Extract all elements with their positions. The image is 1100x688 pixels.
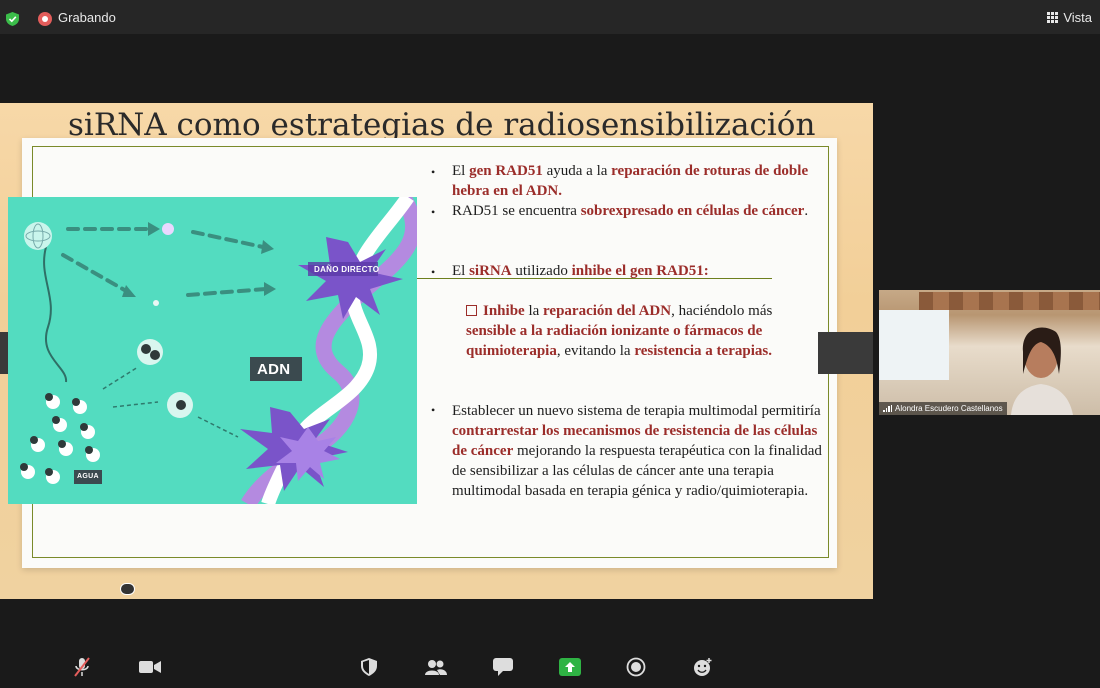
microphone-muted-icon[interactable] [70, 656, 94, 678]
checkbox-bullet-icon [466, 305, 477, 316]
bottom-toolbar [0, 648, 1100, 688]
view-label: Vista [1063, 10, 1092, 25]
text-run: . [804, 203, 809, 219]
bullet-4: Establecer un nuevo sistema de terapia m… [452, 401, 828, 501]
text-run-bold: siRNA [469, 263, 512, 279]
recording-icon [38, 12, 52, 26]
text-run-bold: sobrexpresado en células de cáncer [580, 203, 805, 219]
underline-divider [417, 278, 772, 279]
share-screen-icon[interactable] [558, 656, 582, 678]
window-light [879, 310, 949, 380]
previous-slide-tab[interactable] [0, 332, 8, 374]
text-run: RAD51 se encuentra [452, 203, 581, 219]
dna-label: ADN [257, 361, 291, 378]
text-run-bold: reparación del ADN [543, 303, 672, 319]
record-icon[interactable] [624, 656, 648, 678]
video-camera-icon[interactable] [138, 656, 162, 678]
sub-bullet: Inhibe la reparación del ADN, haciéndolo… [466, 301, 826, 361]
participants-icon[interactable] [424, 656, 448, 678]
bullet-dot: • [431, 265, 436, 279]
bullet-2: RAD51 se encuentra sobrexpresado en célu… [452, 201, 822, 221]
text-run: Establecer un nuevo sistema de terapia m… [452, 403, 821, 419]
water-label: AGUA [77, 473, 99, 480]
security-shield-icon[interactable] [357, 656, 381, 678]
signal-strength-icon [883, 405, 892, 412]
shared-slide: siRNA como estrategias de radiosensibili… [0, 103, 873, 599]
participant-name-tag: Alondra Escudero Castellanos [879, 402, 1007, 415]
shield-check-icon[interactable] [6, 12, 19, 26]
text-run-bold: gen RAD51 [469, 163, 543, 179]
dna-damage-illustration: DAÑO DIRECTO ADN AGUA [8, 197, 417, 504]
text-run: , haciéndolo más [671, 303, 773, 319]
bullet-dot: • [431, 205, 436, 219]
text-run: El [452, 163, 470, 179]
text-run-bold: resistencia a terapias. [634, 343, 772, 359]
text-run-bold: inhibe el gen RAD51: [571, 263, 709, 279]
view-button[interactable]: Vista [1047, 10, 1092, 25]
bullet-dot: • [431, 403, 436, 417]
recording-label: Grabando [58, 10, 116, 25]
ceiling-beams [919, 292, 1100, 310]
participant-figure [1011, 327, 1073, 415]
slide-camera-icon[interactable] [120, 583, 135, 595]
damage-label: DAÑO DIRECTO [314, 265, 380, 274]
text-run: utilizado [511, 263, 572, 279]
bullet-dot: • [431, 165, 436, 179]
bullet-1: El gen RAD51 ayuda a la reparación de ro… [452, 161, 822, 201]
participant-name: Alondra Escudero Castellanos [895, 404, 1003, 413]
participant-video[interactable]: Alondra Escudero Castellanos [879, 290, 1100, 415]
text-run: , evitando la [556, 343, 635, 359]
chat-icon[interactable] [491, 656, 515, 678]
reactions-icon[interactable] [691, 656, 715, 678]
grid-view-icon [1047, 12, 1059, 23]
text-run-bold: Inhibe [483, 303, 525, 319]
text-run: la [524, 303, 544, 319]
text-run: ayuda a la [542, 163, 612, 179]
illustration-graphic [20, 197, 417, 504]
top-bar: Grabando Vista [0, 0, 1100, 34]
next-slide-tab[interactable] [818, 332, 873, 374]
text-run: El [452, 263, 470, 279]
zoom-window: Grabando Vista siRNA como estrategias de… [0, 0, 1100, 688]
